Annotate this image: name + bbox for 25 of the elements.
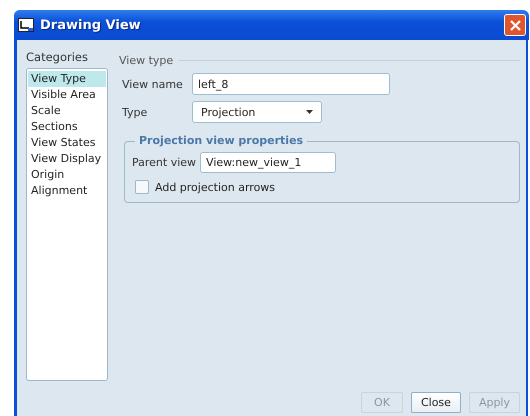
categories-label: Categories <box>26 50 89 64</box>
category-item[interactable]: View Display <box>28 151 106 167</box>
checkbox-label: Add projection arrows <box>155 180 276 194</box>
category-item[interactable]: Sections <box>28 119 106 135</box>
checkbox[interactable] <box>135 180 149 194</box>
category-item[interactable]: Visible Area <box>28 87 106 103</box>
view-name-label: View name <box>122 78 184 90</box>
category-item[interactable]: View Type <box>28 71 106 87</box>
category-item[interactable]: Alignment <box>28 183 106 199</box>
group-title: Projection view properties <box>135 134 308 147</box>
category-item[interactable]: View States <box>28 135 106 151</box>
window-title: Drawing View <box>40 18 142 32</box>
view-name-field[interactable]: left_8 <box>192 73 390 95</box>
parent-view-field[interactable]: View:new_view_1 <box>200 152 336 173</box>
category-item[interactable]: Scale <box>28 103 106 119</box>
parent-view-label: Parent view <box>132 156 196 169</box>
close-icon <box>508 18 522 32</box>
type-dropdown[interactable]: Projection <box>192 101 322 123</box>
category-item[interactable]: Origin <box>28 167 106 183</box>
dialog-button[interactable]: Close <box>410 392 461 413</box>
window-icon <box>18 18 34 32</box>
section-title: View type <box>119 54 174 67</box>
type-label: Type <box>122 106 148 118</box>
close-button[interactable] <box>504 14 526 36</box>
caret-icon <box>306 110 313 114</box>
